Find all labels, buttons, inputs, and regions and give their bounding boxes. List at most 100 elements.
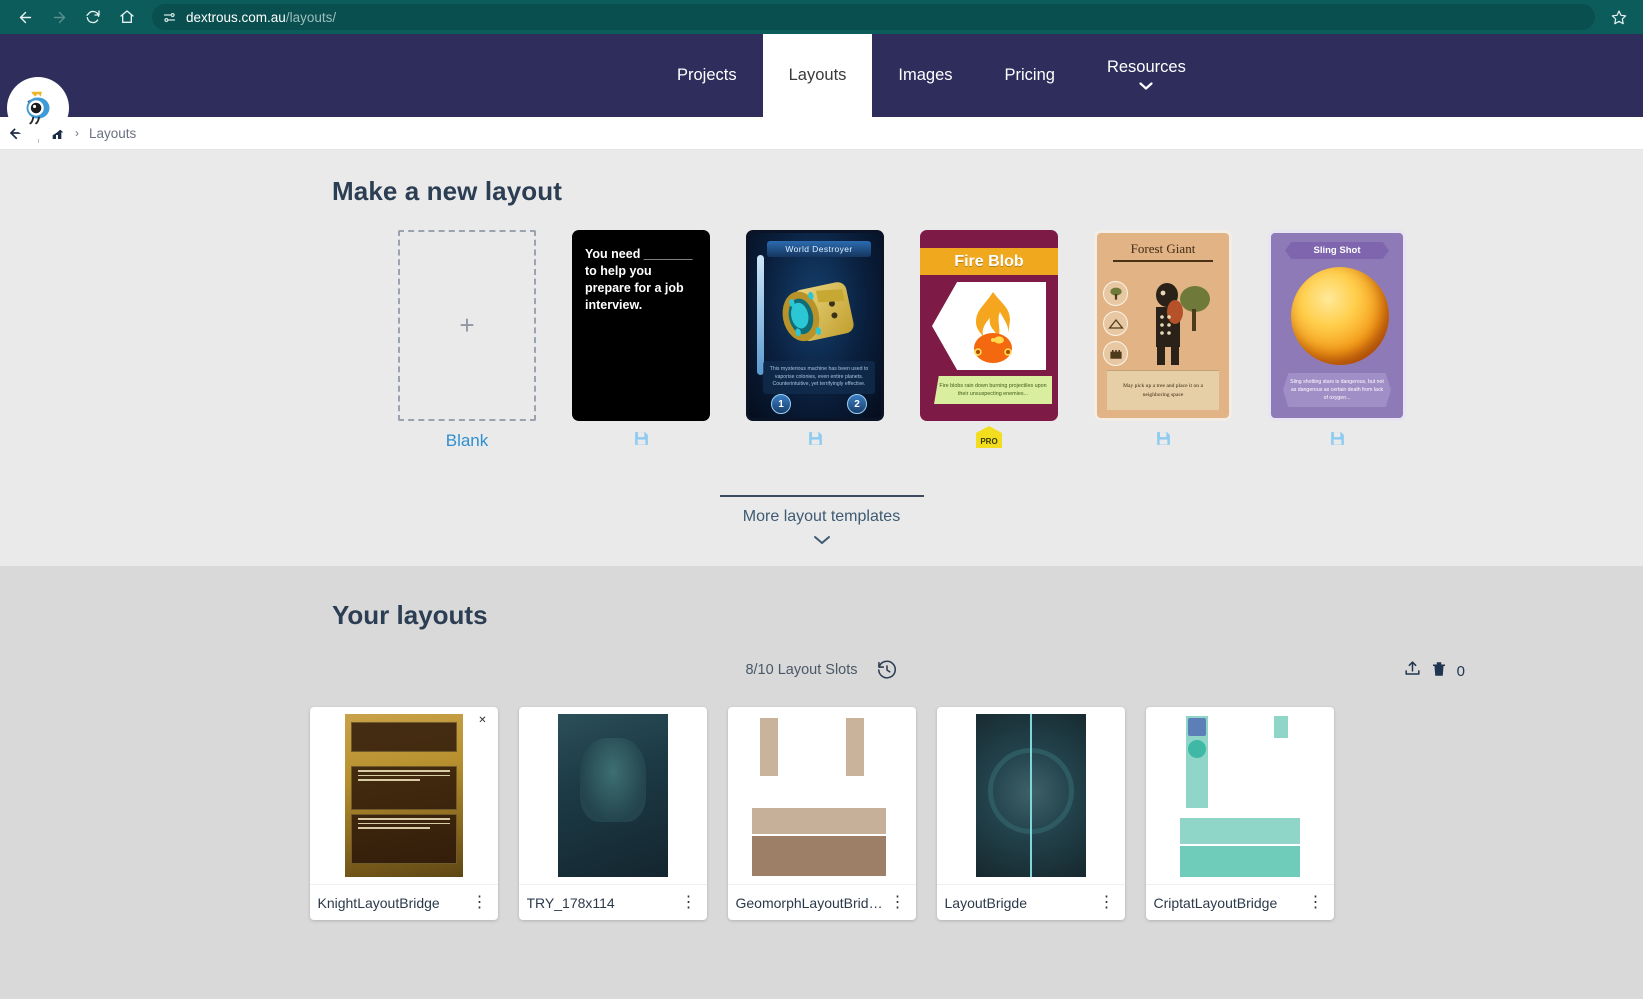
nav-item-projects[interactable]: Projects — [651, 34, 763, 117]
kebab-menu-icon[interactable]: ⋮ — [1093, 894, 1121, 911]
trash-count: 0 — [1456, 662, 1465, 680]
your-layouts-section: Your layouts 8/10 Layout Slots 0 ✕ Knigh… — [0, 566, 1643, 999]
layout-thumbnail[interactable] — [937, 707, 1125, 884]
nav-item-layouts[interactable]: Layouts — [762, 34, 873, 117]
template-blank[interactable]: + Blank — [398, 230, 536, 451]
trash-icon[interactable] — [1430, 660, 1448, 683]
card-body-text: Fire blobs rain down burning projectiles… — [934, 376, 1052, 405]
forest-giant-preview[interactable]: Forest Giant May pick up a tree and plac… — [1094, 230, 1232, 421]
layout-footer: KnightLayoutBridge ⋮ — [309, 884, 498, 920]
card-ability-icons — [1103, 281, 1128, 366]
sling-shot-preview[interactable]: Sling Shot Sling shotting stars is dange… — [1268, 230, 1406, 421]
card-stat-right: 2 — [847, 394, 867, 414]
chevron-down-icon[interactable] — [813, 533, 831, 548]
layoutbrigde-thumb-art — [975, 714, 1086, 877]
home-icon[interactable] — [112, 2, 142, 32]
more-templates-toggle[interactable]: More layout templates — [0, 495, 1643, 548]
template-world-destroyer[interactable]: World Destroyer This mysterious machine … — [746, 230, 884, 447]
address-bar[interactable]: dextrous.com.au/layouts/ — [152, 4, 1595, 30]
layout-footer: GeomorphLayoutBridge ⋮ — [727, 884, 916, 920]
chevron-down-icon — [1139, 82, 1153, 93]
layout-footer: CriptatLayoutBridge ⋮ — [1145, 884, 1334, 920]
list-item[interactable]: CriptatLayoutBridge ⋮ — [1145, 707, 1334, 920]
layout-thumbnail[interactable] — [519, 707, 707, 884]
list-item[interactable]: GeomorphLayoutBridge ⋮ — [727, 707, 916, 920]
plus-icon: + — [459, 310, 475, 340]
blank-canvas[interactable]: + — [398, 230, 536, 421]
fire-blob-artwork-icon — [974, 292, 1012, 363]
card-rail-decoration — [757, 255, 764, 375]
machine-artwork-icon — [782, 282, 854, 342]
layout-tools: 0 — [1403, 659, 1465, 683]
layout-thumbnail[interactable]: ✕ — [310, 707, 498, 884]
save-icon[interactable] — [1155, 430, 1172, 447]
card-title: Fire Blob — [920, 248, 1058, 275]
layouts-grid: ✕ KnightLayoutBridge ⋮ TRY_178x114 ⋮ Geo… — [0, 707, 1643, 920]
kebab-menu-icon[interactable]: ⋮ — [466, 894, 494, 911]
template-forest-giant[interactable]: Forest Giant May pick up a tree and plac… — [1094, 230, 1232, 447]
star-artwork-icon — [1291, 267, 1389, 365]
card-body-text: Sling shotting stars is dangerous, but n… — [1283, 373, 1391, 408]
breadcrumb-separator: › — [75, 126, 79, 140]
forward-arrow-icon[interactable] — [44, 2, 74, 32]
layout-footer: TRY_178x114 ⋮ — [518, 884, 707, 920]
template-fire-blob[interactable]: Fire Blob Fire blobs rain down burning p… — [920, 230, 1058, 448]
card-title: World Destroyer — [767, 241, 871, 257]
nav-item-images[interactable]: Images — [872, 34, 978, 117]
template-list: + Blank You need _______ to help you pre… — [0, 230, 1643, 451]
reload-icon[interactable] — [78, 2, 108, 32]
kebab-menu-icon[interactable]: ⋮ — [1302, 894, 1330, 911]
card-title: Forest Giant — [1130, 241, 1196, 256]
upload-icon[interactable] — [1403, 659, 1422, 683]
template-quip-card[interactable]: You need _______ to help you prepare for… — [572, 230, 710, 447]
back-icon[interactable] — [10, 2, 40, 32]
giant-artwork-icon — [1156, 283, 1210, 365]
divider — [719, 495, 924, 497]
criptat-thumb-art — [1179, 714, 1300, 877]
card-title: Sling Shot — [1285, 242, 1389, 259]
list-item[interactable]: LayoutBrigde ⋮ — [936, 707, 1125, 920]
fire-blob-preview[interactable]: Fire Blob Fire blobs rain down burning p… — [920, 230, 1058, 421]
nav-label: Images — [898, 66, 953, 84]
history-restore-icon[interactable] — [876, 659, 898, 681]
template-sling-shot[interactable]: Sling Shot Sling shotting stars is dange… — [1268, 230, 1406, 447]
more-templates-label: More layout templates — [742, 508, 901, 525]
kebab-menu-icon[interactable]: ⋮ — [675, 894, 703, 911]
quip-card-preview[interactable]: You need _______ to help you prepare for… — [572, 230, 710, 421]
close-icon[interactable]: ✕ — [475, 713, 490, 727]
site-settings-icon[interactable] — [162, 10, 177, 25]
card-body-text: This mysterious machine has been used to… — [763, 361, 875, 394]
card-stat-left: 1 — [771, 394, 791, 414]
url-path: /layouts/ — [285, 9, 337, 25]
nav-item-resources[interactable]: Resources — [1081, 34, 1212, 117]
star-icon[interactable] — [1605, 3, 1633, 31]
card-body-text: May pick up a tree and place it on a nei… — [1107, 370, 1219, 410]
layout-slots-count: 8/10 Layout Slots — [745, 662, 858, 678]
layout-name: LayoutBrigde — [944, 894, 1028, 911]
browser-toolbar: dextrous.com.au/layouts/ — [0, 0, 1643, 34]
url-domain: dextrous.com.au — [186, 9, 286, 25]
site-logo[interactable] — [7, 77, 69, 139]
world-destroyer-preview[interactable]: World Destroyer This mysterious machine … — [746, 230, 884, 421]
save-icon[interactable] — [633, 430, 650, 447]
url-text: dextrous.com.au/layouts/ — [186, 10, 336, 25]
breadcrumb-current: Layouts — [89, 125, 137, 141]
kebab-menu-icon[interactable]: ⋮ — [884, 894, 912, 911]
list-item[interactable]: ✕ KnightLayoutBridge ⋮ — [309, 707, 498, 920]
save-icon[interactable] — [1329, 430, 1346, 447]
save-icon[interactable] — [807, 430, 824, 447]
breadcrumb: › Layouts — [0, 117, 1643, 150]
list-item[interactable]: TRY_178x114 ⋮ — [518, 707, 707, 920]
page-title: Make a new layout — [332, 176, 562, 206]
layout-thumbnail[interactable] — [1146, 707, 1334, 884]
layout-footer: LayoutBrigde ⋮ — [936, 884, 1125, 920]
layout-name: TRY_178x114 — [526, 894, 615, 911]
your-layouts-title: Your layouts — [332, 600, 488, 630]
nav-item-pricing[interactable]: Pricing — [979, 34, 1081, 117]
layout-thumbnail[interactable] — [728, 707, 916, 884]
main-navigation: Projects Layouts Images Pricing Resource… — [651, 34, 1212, 117]
layout-name: GeomorphLayoutBridge — [735, 894, 884, 911]
quip-card-text: You need _______ to help you prepare for… — [585, 247, 693, 312]
slots-bar: 8/10 Layout Slots 0 — [0, 659, 1643, 681]
pro-badge[interactable]: PRO — [976, 426, 1002, 448]
